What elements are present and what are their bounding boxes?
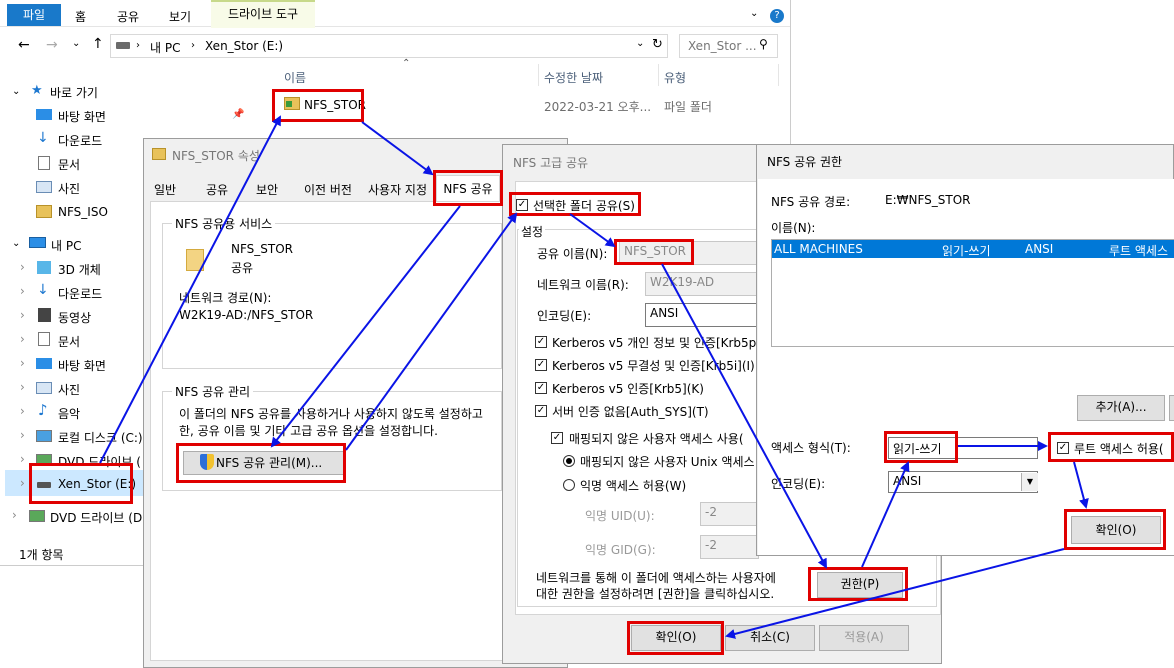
arrow-manage-to-checkbox <box>345 212 518 451</box>
arrow-permissions-to-access-type <box>861 461 910 568</box>
arrow-root-to-ok <box>1073 461 1089 509</box>
arrow-file-to-tab <box>361 121 434 176</box>
arrow-perm-ok-to-adv-ok <box>725 548 1065 639</box>
flow-arrows <box>99 115 1089 639</box>
arrow-share-name-to-permissions <box>661 263 827 569</box>
arrow-checkbox-to-share-name <box>569 213 616 248</box>
arrow-tab-to-manage <box>270 205 461 448</box>
arrow-drive-to-file <box>99 115 281 464</box>
